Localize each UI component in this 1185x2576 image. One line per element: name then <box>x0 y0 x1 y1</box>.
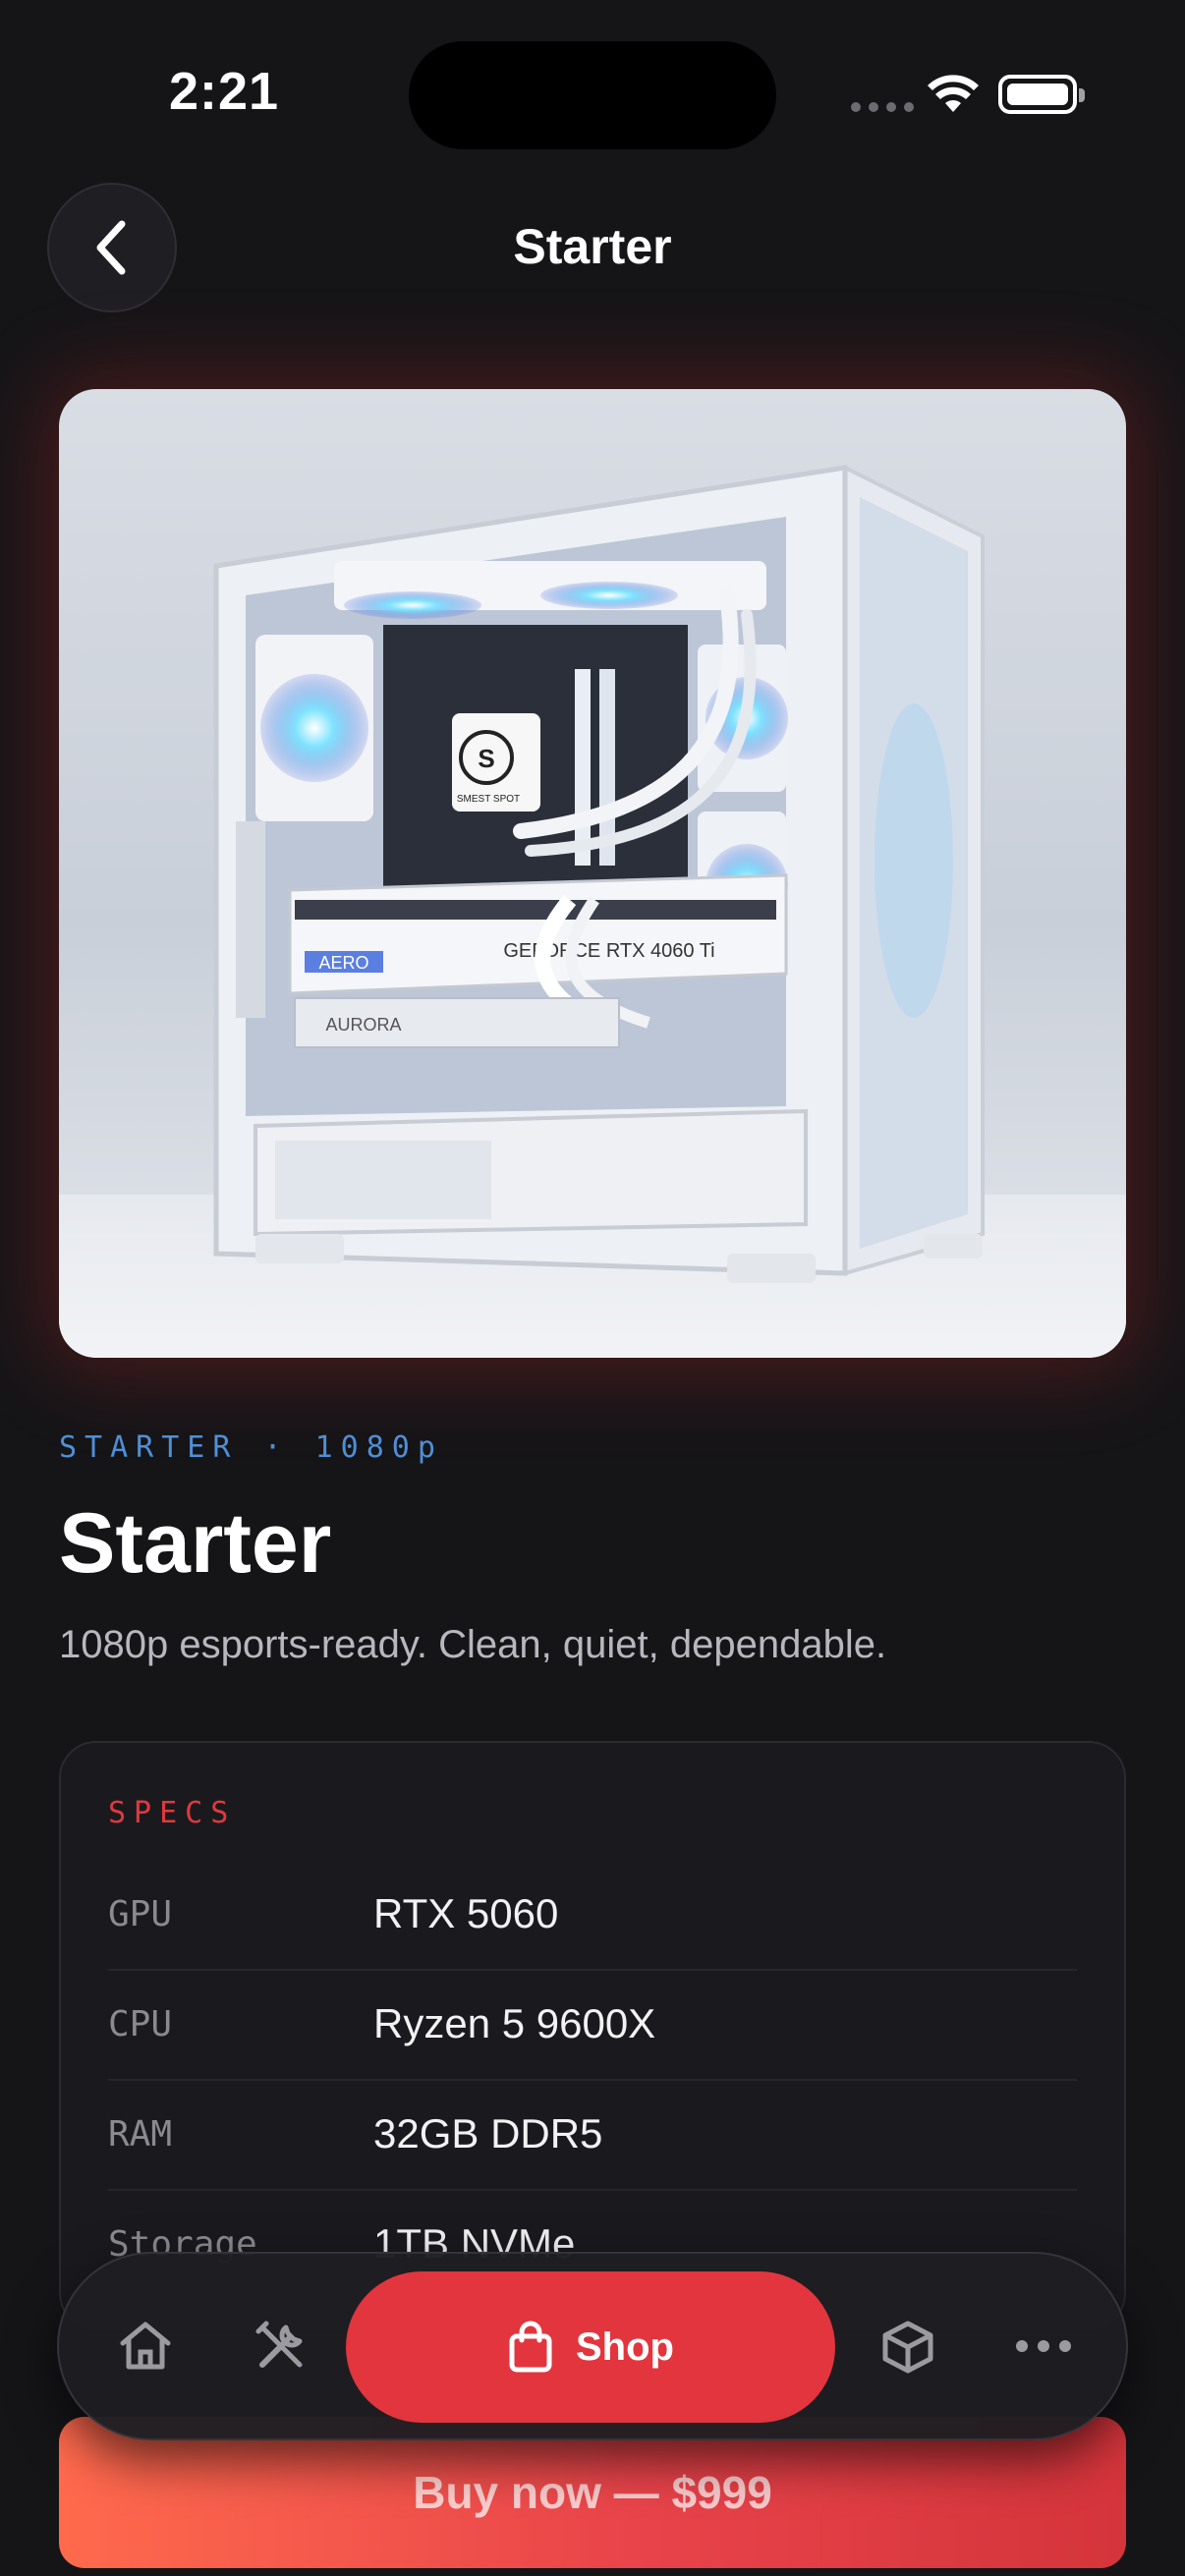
pc-case-illustration: S SMEST SPOT AERO GEFORCE RTX 4060 Ti AU… <box>59 464 1126 1358</box>
wifi-icon <box>928 75 979 112</box>
product-hero-image: S SMEST SPOT AERO GEFORCE RTX 4060 Ti AU… <box>59 389 1126 1358</box>
status-time: 2:21 <box>169 62 280 121</box>
specs-heading: SPECS <box>108 1796 237 1830</box>
specs-card: SPECS GPU RTX 5060 CPU Ryzen 5 9600X RAM… <box>59 1741 1126 2330</box>
spec-label: CPU <box>108 2003 173 2044</box>
page-title: Starter <box>513 219 672 274</box>
svg-text:S: S <box>478 744 494 773</box>
tab-shop[interactable]: Shop <box>346 2271 835 2423</box>
spec-row-gpu: GPU RTX 5060 <box>108 1859 1077 1971</box>
spec-label: GPU <box>108 1893 173 1934</box>
tools-icon <box>255 2321 303 2368</box>
spec-row-ram: RAM 32GB DDR5 <box>108 2079 1077 2191</box>
package-box-icon <box>882 2321 933 2374</box>
ram-brand-label: AURORA <box>325 1015 401 1035</box>
shopping-bag-icon <box>509 2321 552 2373</box>
spec-label: RAM <box>108 2113 173 2155</box>
home-icon <box>120 2322 171 2370</box>
spec-value: Ryzen 5 9600X <box>373 2000 656 2046</box>
product-tagline: 1080p esports-ready. Clean, quiet, depen… <box>59 1623 887 1666</box>
tab-orders[interactable] <box>851 2254 965 2438</box>
battery-tip <box>1079 88 1085 102</box>
spec-value: RTX 5060 <box>373 1890 559 1936</box>
bottom-tab-bar: Shop <box>57 2252 1128 2440</box>
tab-build[interactable] <box>224 2254 338 2438</box>
spec-row-cpu: CPU Ryzen 5 9600X <box>108 1969 1077 2081</box>
battery-icon <box>998 75 1077 114</box>
gpu-aero-label: AERO <box>318 953 368 973</box>
logo-text: SMEST SPOT <box>457 794 520 805</box>
more-dots-icon <box>1016 2340 1071 2352</box>
dynamic-island <box>409 41 776 149</box>
spec-value: 32GB DDR5 <box>373 2110 603 2156</box>
tab-more[interactable] <box>987 2254 1100 2438</box>
tab-home[interactable] <box>88 2254 202 2438</box>
cellular-signal-icon <box>851 102 914 112</box>
tab-shop-label: Shop <box>576 2324 674 2369</box>
product-name: Starter <box>59 1496 332 1591</box>
product-eyebrow: STARTER · 1080p <box>59 1430 443 1465</box>
